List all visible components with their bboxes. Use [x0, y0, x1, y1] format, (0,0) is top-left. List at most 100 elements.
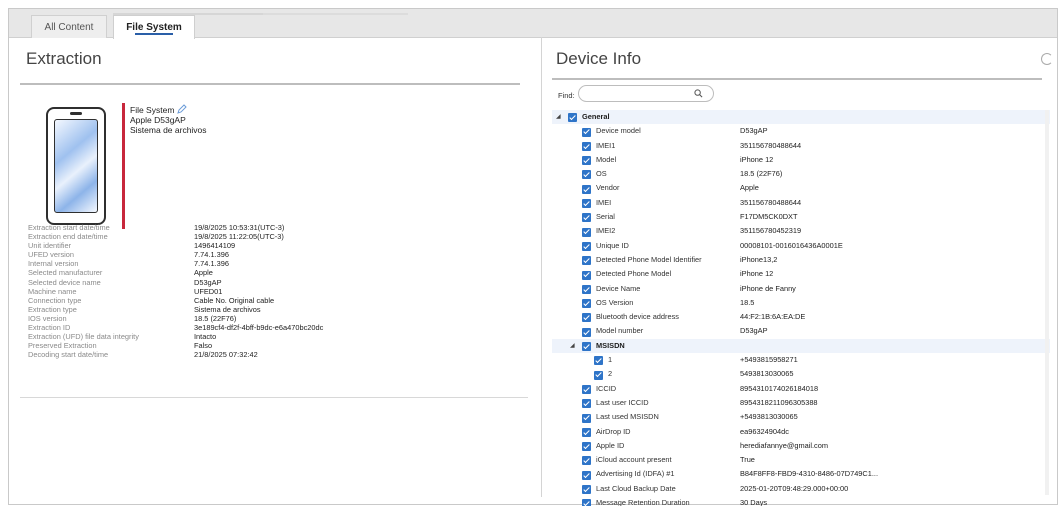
- property-value: Intacto: [194, 332, 217, 342]
- tree-item[interactable]: Model iPhone 12: [552, 153, 1050, 167]
- property-value: Falso: [194, 341, 213, 351]
- property-value: UFED01: [194, 286, 223, 296]
- group-label: General: [582, 112, 610, 121]
- checkbox[interactable]: [582, 141, 591, 151]
- checkbox[interactable]: [582, 384, 591, 394]
- checkbox[interactable]: [582, 127, 591, 137]
- checkbox[interactable]: [582, 342, 591, 352]
- tree-item[interactable]: Unique ID 00008101-0016016436A0001E: [552, 239, 1050, 253]
- field-value: iPhone 12: [740, 154, 774, 164]
- tree-item[interactable]: Message Retention Duration 30 Days: [552, 496, 1050, 506]
- tree-item[interactable]: Device Name iPhone de Fanny: [552, 282, 1050, 296]
- tree-item[interactable]: Vendor Apple: [552, 181, 1050, 195]
- checkbox[interactable]: [594, 370, 603, 380]
- property-key: IOS version: [28, 313, 67, 323]
- tree-item[interactable]: Bluetooth device address 44:F2:1B:6A:EA:D…: [552, 310, 1050, 324]
- device-line-filesystem: File System: [130, 105, 175, 115]
- tree-item[interactable]: OS 18.5 (22F76): [552, 167, 1050, 181]
- checkbox[interactable]: [582, 442, 591, 452]
- tree-item[interactable]: 1 +5493815958271: [552, 353, 1050, 367]
- tree-item[interactable]: Serial F17DM5CK0DXT: [552, 210, 1050, 224]
- field-label: 2: [608, 369, 613, 379]
- tree-item[interactable]: OS Version 18.5: [552, 296, 1050, 310]
- checkbox[interactable]: [594, 356, 603, 366]
- tree-item[interactable]: 2 5493813030065: [552, 367, 1050, 381]
- property-row: Selected device name D53gAP: [28, 278, 508, 287]
- field-value: iPhone de Fanny: [740, 283, 796, 293]
- checkbox[interactable]: [582, 199, 591, 209]
- tree-item[interactable]: IMEI2 351156780452319: [552, 224, 1050, 238]
- search-icon[interactable]: [694, 89, 703, 98]
- checkbox[interactable]: [582, 299, 591, 309]
- tree-group-msisdn[interactable]: ◢ MSISDN: [552, 338, 1050, 354]
- field-label: Message Retention Duration: [596, 498, 690, 506]
- field-value: +5493813030065: [740, 412, 798, 422]
- property-row: Extraction type Sistema de archivos: [28, 305, 508, 314]
- tree-item[interactable]: Device model D53gAP: [552, 124, 1050, 138]
- checkbox[interactable]: [582, 327, 591, 337]
- field-label: Model number: [596, 326, 644, 336]
- tree-item[interactable]: Advertising Id (IDFA) #1 B84F8FF8-FBD9-43…: [552, 467, 1050, 481]
- checkbox[interactable]: [582, 256, 591, 266]
- field-label: Last Cloud Backup Date: [596, 483, 676, 493]
- edit-pencil-icon[interactable]: [177, 104, 188, 114]
- checkbox[interactable]: [582, 241, 591, 251]
- checkbox[interactable]: [568, 113, 577, 123]
- tree-item[interactable]: Model number D53gAP: [552, 324, 1050, 338]
- tree-item[interactable]: Last Cloud Backup Date 2025-01-20T09:48:2…: [552, 482, 1050, 496]
- property-key: Selected device name: [28, 277, 101, 287]
- tree-item[interactable]: ICCID 8954310174026184018: [552, 382, 1050, 396]
- tree-item[interactable]: Last used MSISDN +5493813030065: [552, 410, 1050, 424]
- tree-item[interactable]: IMEI 351156780488644: [552, 196, 1050, 210]
- field-label: IMEI2: [596, 226, 616, 236]
- tree-item[interactable]: Detected Phone Model iPhone 12: [552, 267, 1050, 281]
- field-value: 44:F2:1B:6A:EA:DE: [740, 312, 806, 322]
- checkbox[interactable]: [582, 184, 591, 194]
- checkbox[interactable]: [582, 485, 591, 495]
- property-row: IOS version 18.5 (22F76): [28, 314, 508, 323]
- checkbox[interactable]: [582, 227, 591, 237]
- tree-item[interactable]: Last user ICCID 8954318211096305388: [552, 396, 1050, 410]
- tree-item[interactable]: iCloud account present True: [552, 453, 1050, 467]
- expand-collapse-icon[interactable]: ◢: [570, 339, 575, 353]
- tree-item[interactable]: IMEI1 351156780488644: [552, 139, 1050, 153]
- property-key: Unit identifier: [28, 241, 72, 251]
- checkbox[interactable]: [582, 156, 591, 166]
- tab-file-system[interactable]: File System: [113, 15, 195, 39]
- expand-collapse-icon[interactable]: ◢: [556, 110, 561, 124]
- checkbox[interactable]: [582, 284, 591, 294]
- property-row: UFED version 7.74.1.396: [28, 250, 508, 259]
- scrollbar[interactable]: [1045, 110, 1049, 495]
- tab-bar: All Content File System: [9, 9, 1057, 39]
- tab-all-content[interactable]: All Content: [31, 15, 107, 38]
- field-label: IMEI1: [596, 140, 616, 150]
- checkbox[interactable]: [582, 470, 591, 480]
- property-value: Cable No. Original cable: [194, 295, 275, 305]
- field-label: Model: [596, 154, 617, 164]
- refresh-icon[interactable]: [1041, 53, 1053, 65]
- field-value: 00008101-0016016436A0001E: [740, 240, 843, 250]
- checkbox[interactable]: [582, 213, 591, 223]
- field-value: Apple: [740, 183, 759, 193]
- field-value: 351156780488644: [740, 140, 802, 150]
- tree-item[interactable]: Apple ID herediafannye@gmail.com: [552, 439, 1050, 453]
- checkbox[interactable]: [582, 499, 591, 506]
- checkbox[interactable]: [582, 413, 591, 423]
- tree-group-general[interactable]: ◢ General: [552, 110, 1050, 125]
- tree-item[interactable]: AirDrop ID ea96324904dc: [552, 425, 1050, 439]
- checkbox[interactable]: [582, 313, 591, 323]
- property-row: Decoding start date/time 21/8/2025 07:32:…: [28, 350, 508, 359]
- field-label: OS Version: [596, 297, 634, 307]
- checkbox[interactable]: [582, 270, 591, 280]
- property-value: 1496414109: [194, 241, 236, 251]
- tree-item[interactable]: Detected Phone Model Identifier iPhone13,…: [552, 253, 1050, 267]
- checkbox[interactable]: [582, 427, 591, 437]
- field-label: Advertising Id (IDFA) #1: [596, 469, 675, 479]
- field-value: True: [740, 455, 755, 465]
- checkbox[interactable]: [582, 456, 591, 466]
- property-key: Extraction end date/time: [28, 232, 108, 242]
- checkbox[interactable]: [582, 399, 591, 409]
- find-label: Find:: [558, 91, 575, 100]
- checkbox[interactable]: [582, 170, 591, 180]
- device-summary: File System Apple D53gAP Sistema de arch…: [130, 103, 207, 135]
